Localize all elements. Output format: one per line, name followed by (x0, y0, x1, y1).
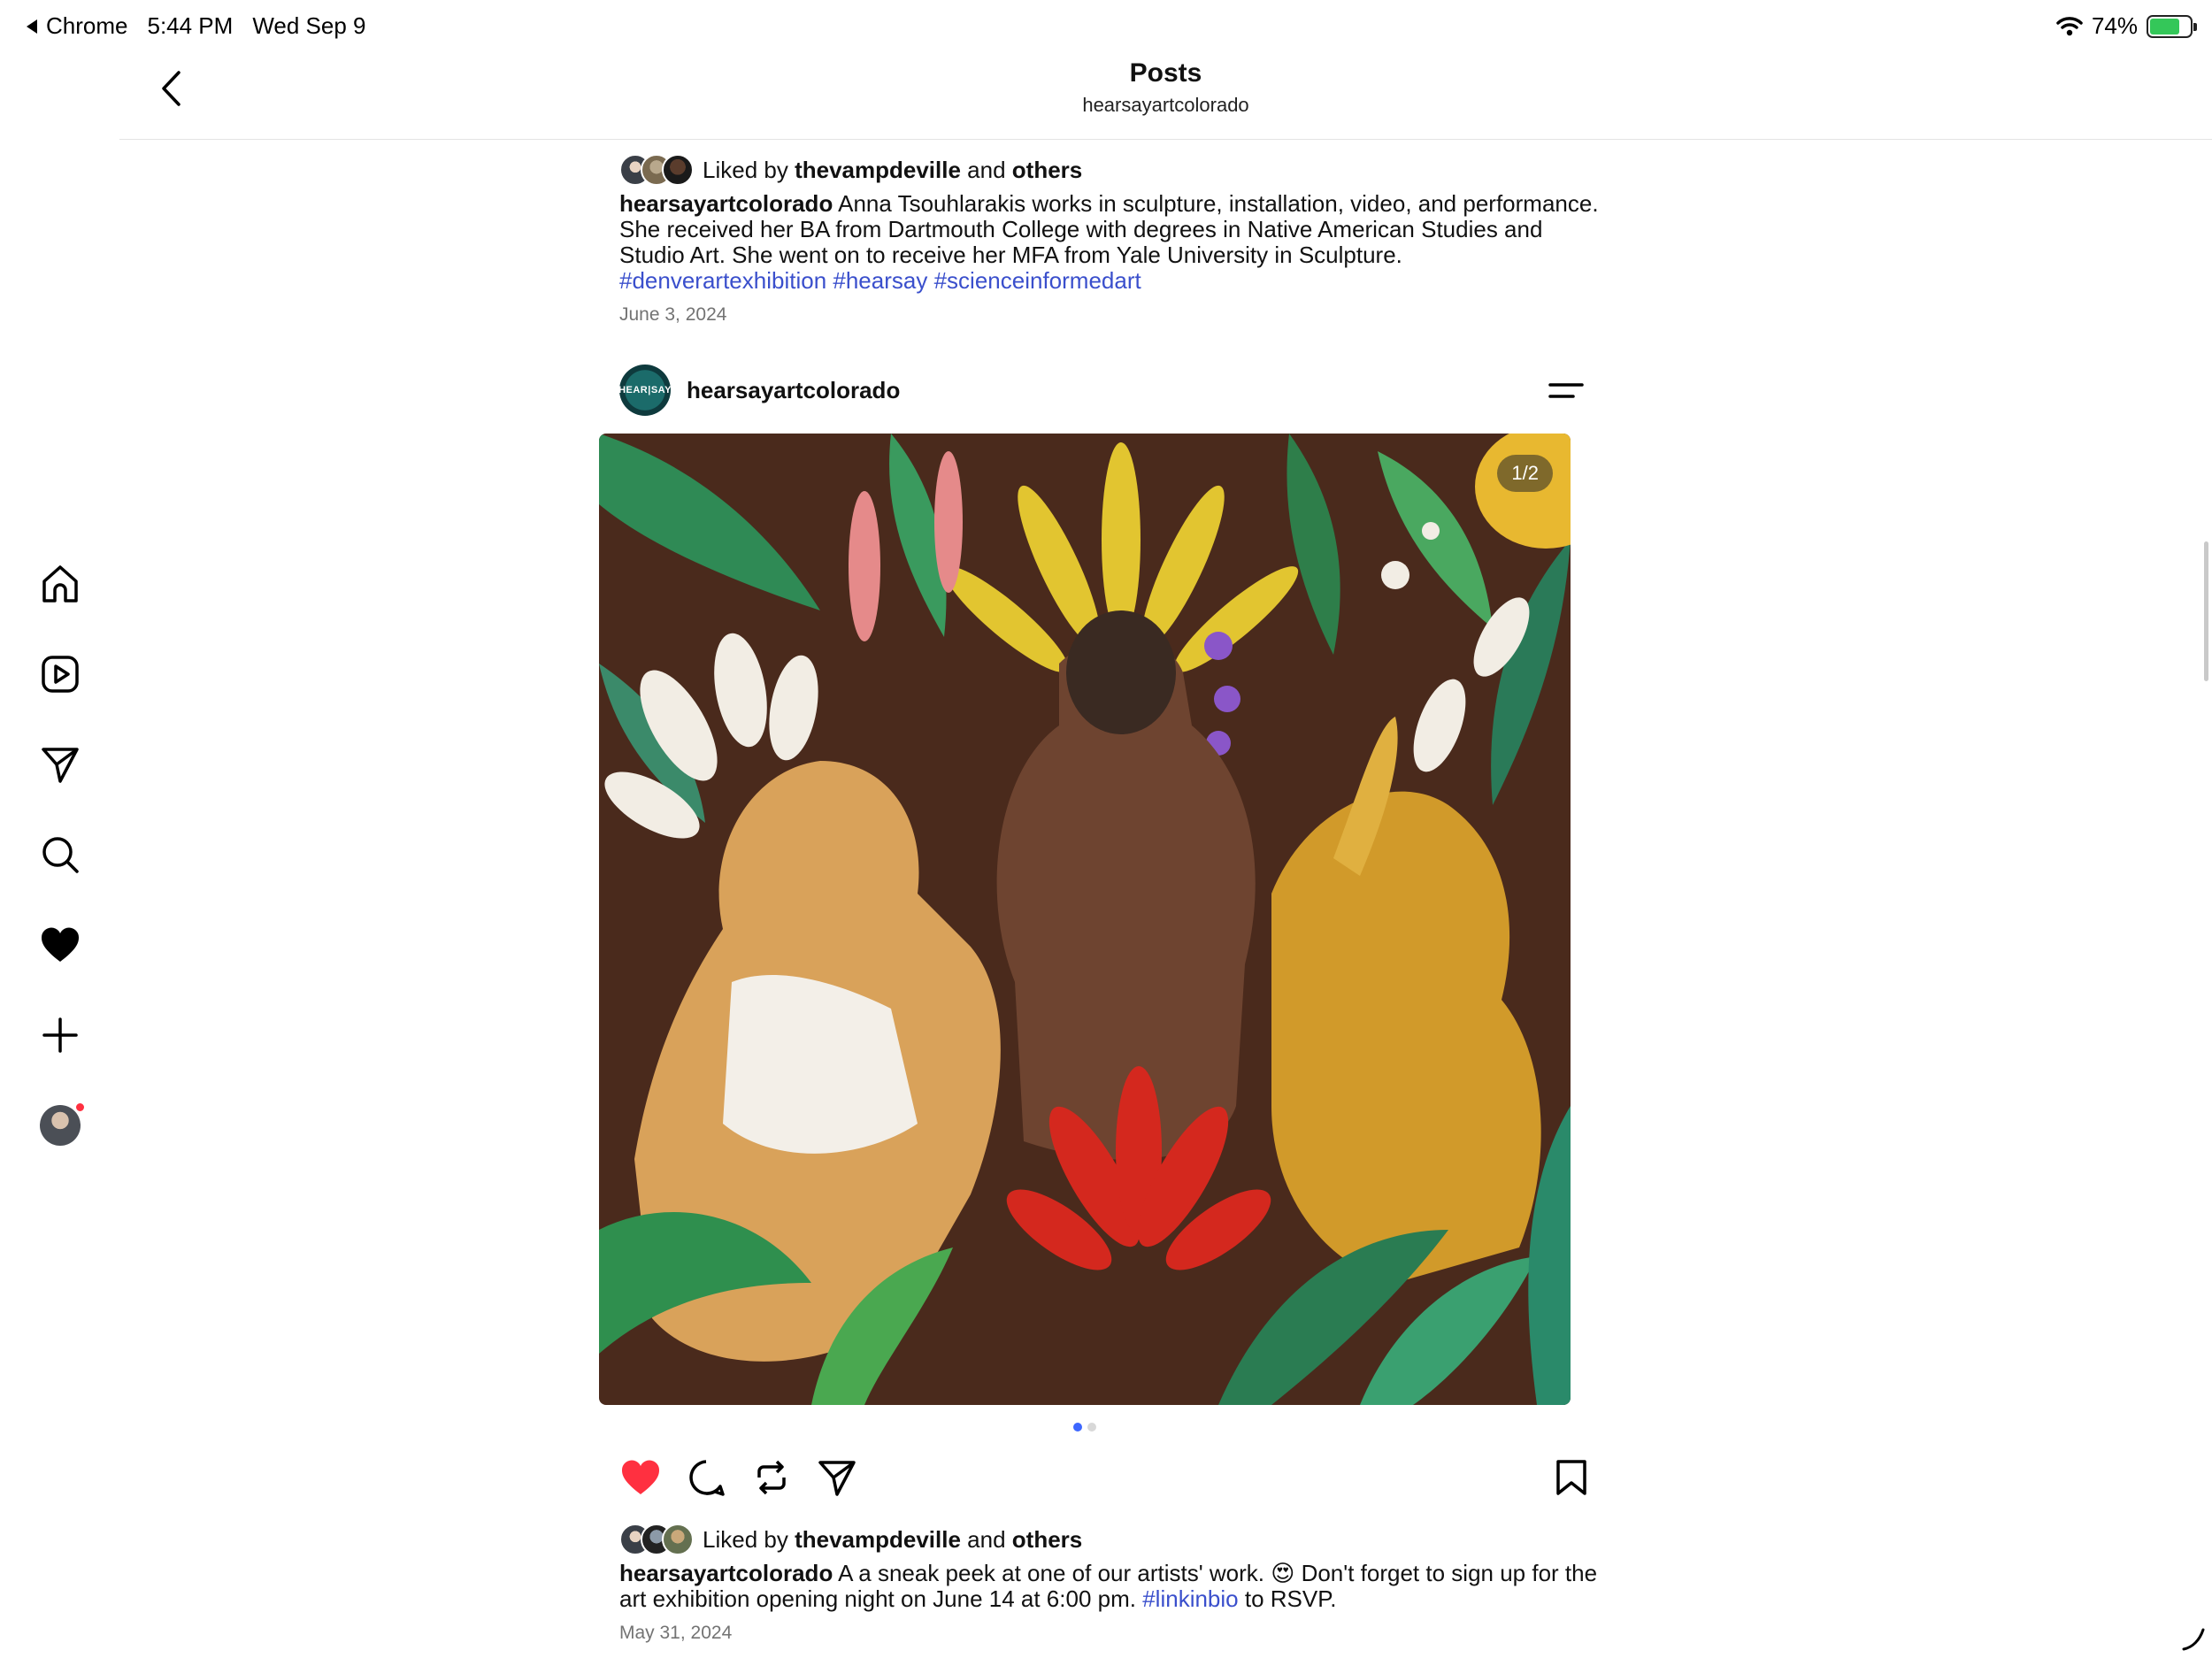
likes-prefix: Liked by (703, 156, 788, 183)
profile-avatar (40, 1105, 81, 1146)
caption-username[interactable]: hearsayartcolorado (619, 190, 833, 217)
posts-feed: Liked by thevampdeville and others hears… (599, 140, 1601, 1644)
heart-filled-icon (621, 1460, 660, 1494)
status-date: Wed Sep 9 (252, 12, 366, 39)
battery-percent: 74% (2091, 12, 2138, 39)
carousel-dot-active (1073, 1423, 1082, 1432)
post-header: HEAR|SAY hearsayartcolorado (618, 359, 1601, 421)
post-likes-row[interactable]: Liked by thevampdeville and others (619, 154, 1601, 186)
share-button[interactable] (816, 1456, 858, 1499)
liker-avatars (619, 1524, 694, 1555)
heart-filled-icon (41, 927, 80, 962)
likes-others-link[interactable]: others (1012, 157, 1082, 184)
post-actions (619, 1451, 1601, 1504)
post-author-avatar[interactable]: HEAR|SAY (618, 365, 671, 416)
home-icon (42, 565, 78, 603)
corner-gesture-icon (2182, 1628, 2205, 1651)
back-triangle-icon (27, 19, 37, 34)
battery-icon (2147, 14, 2197, 38)
painting-artwork (599, 434, 1571, 1405)
caption-username[interactable]: hearsayartcolorado (619, 1560, 833, 1586)
hashtag-link[interactable]: #hearsay (833, 267, 927, 294)
notification-dot (74, 1101, 86, 1113)
bookmark-icon (1556, 1460, 1586, 1495)
repost-button[interactable] (750, 1456, 793, 1499)
caption-text-end: to RSVP. (1244, 1585, 1337, 1612)
menu-lines-icon (1548, 383, 1584, 398)
post-caption: hearsayartcolorado Anna Tsouhlarakis wor… (619, 191, 1601, 294)
plus-icon (42, 1017, 78, 1053)
back-to-app-button[interactable]: Chrome (25, 12, 127, 40)
reels-icon (42, 656, 79, 693)
scrollbar[interactable] (2204, 541, 2208, 681)
media-counter: 1/2 (1497, 455, 1553, 492)
post-date: June 3, 2024 (619, 304, 727, 325)
page-header: Posts hearsayartcolorado (119, 51, 2212, 140)
likes-joiner: and (967, 1525, 1006, 1553)
back-app-label: Chrome (46, 12, 128, 39)
liker-username[interactable]: thevampdeville (795, 1526, 961, 1554)
wifi-icon (2056, 16, 2083, 35)
nav-profile[interactable] (34, 1099, 87, 1152)
post-options-button[interactable] (1547, 373, 1586, 409)
comment-icon (689, 1460, 725, 1496)
like-button[interactable] (619, 1456, 662, 1499)
post-image[interactable]: 1/2 (599, 434, 1571, 1405)
messages-icon (42, 748, 79, 783)
liker-avatars (619, 154, 694, 186)
search-icon (42, 837, 79, 873)
save-button[interactable] (1550, 1456, 1593, 1499)
nav-create[interactable] (34, 1009, 87, 1062)
hashtag-link[interactable]: #scienceinformedart (934, 267, 1141, 294)
post-likes-row[interactable]: Liked by thevampdeville and others (619, 1524, 1601, 1555)
page-subtitle: hearsayartcolorado (1082, 94, 1249, 116)
liker-avatar (662, 1524, 694, 1555)
carousel-dot (1087, 1423, 1096, 1432)
likes-others-link[interactable]: others (1012, 1526, 1082, 1554)
liker-username[interactable]: thevampdeville (795, 157, 961, 184)
nav-rail (0, 51, 119, 1658)
post-author-username[interactable]: hearsayartcolorado (687, 377, 900, 404)
status-bar: Chrome 5:44 PM Wed Sep 9 74% (0, 0, 2212, 51)
likes-joiner: and (967, 156, 1006, 183)
share-icon (818, 1461, 856, 1496)
nav-reels[interactable] (34, 648, 87, 701)
status-time: 5:44 PM (147, 12, 234, 39)
repost-icon (757, 1460, 786, 1495)
post-caption: hearsayartcolorado A a sneak peek at one… (619, 1561, 1601, 1612)
liker-avatar (662, 154, 694, 186)
nav-notifications[interactable] (34, 918, 87, 971)
hashtag-link[interactable]: #linkinbio (1142, 1585, 1238, 1612)
post-date: May 31, 2024 (619, 1623, 733, 1643)
hashtag-link[interactable]: #denverartexhibition (619, 267, 826, 294)
nav-messages[interactable] (34, 738, 87, 791)
comment-button[interactable] (685, 1456, 727, 1499)
carousel-indicator (599, 1423, 1571, 1433)
likes-prefix: Liked by (703, 1525, 788, 1553)
page-title: Posts (1129, 58, 1202, 88)
nav-home[interactable] (34, 557, 87, 610)
nav-search[interactable] (34, 828, 87, 881)
